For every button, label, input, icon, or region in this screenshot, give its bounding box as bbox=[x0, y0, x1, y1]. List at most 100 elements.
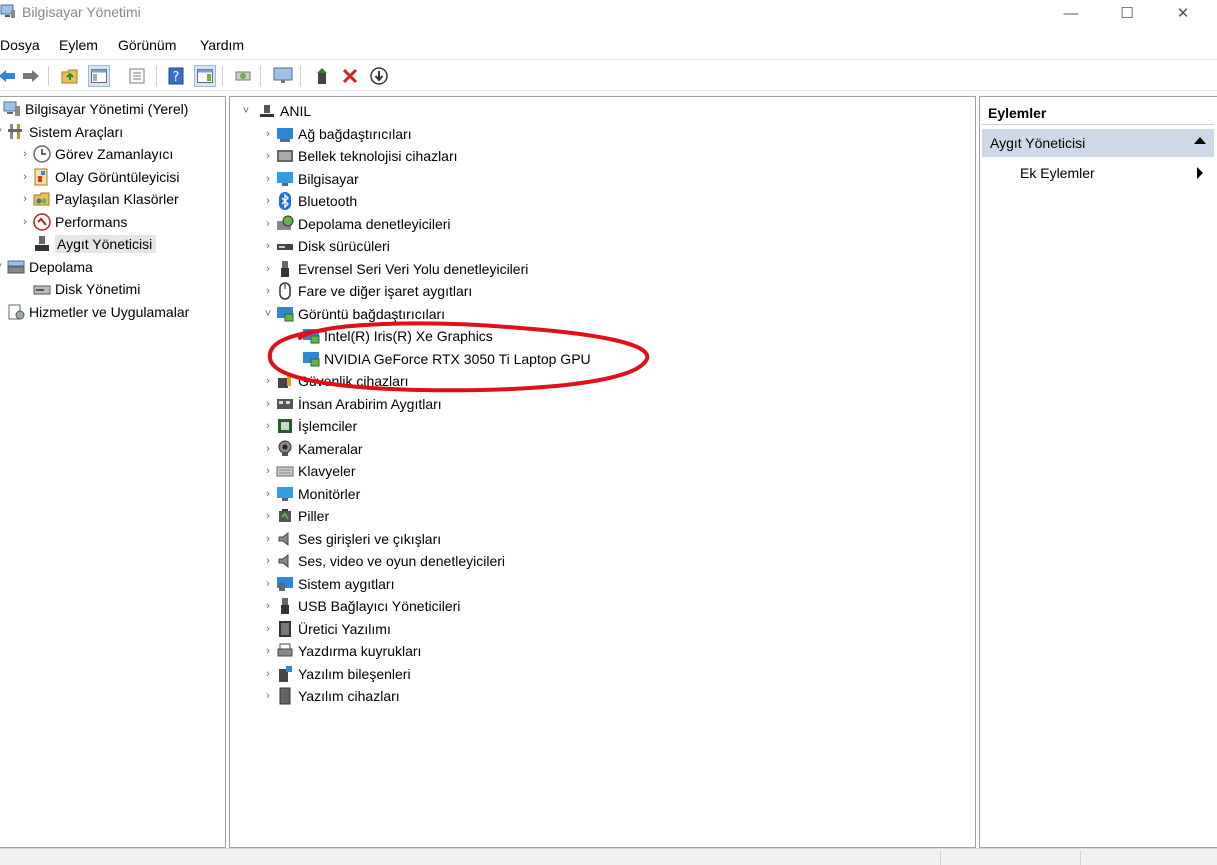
device-category[interactable]: › Ses girişleri ve çıkışları bbox=[262, 528, 441, 550]
chevron-right-icon[interactable]: › bbox=[262, 375, 274, 387]
device-category[interactable]: › Güvenlik cihazları bbox=[262, 370, 408, 392]
device-category[interactable]: › Ağ bağdaştırıcıları bbox=[262, 123, 412, 145]
console-tree-item[interactable]: Aygıt Yöneticisi bbox=[19, 233, 157, 255]
device-category[interactable]: › USB Bağlayıcı Yöneticileri bbox=[262, 595, 460, 617]
close-button[interactable]: ✕ bbox=[1160, 0, 1206, 26]
chevron-right-icon[interactable]: › bbox=[262, 173, 274, 185]
event-viewer-icon bbox=[33, 168, 51, 186]
disk-icon bbox=[33, 280, 51, 298]
chevron-right-icon[interactable]: › bbox=[262, 240, 274, 252]
device-category[interactable]: › Evrensel Seri Veri Yolu denetleyicileri bbox=[262, 258, 528, 280]
chevron-right-icon[interactable]: › bbox=[19, 171, 31, 183]
device-category[interactable]: › Üretici Yazılımı bbox=[262, 618, 391, 640]
device-category[interactable]: › İşlemciler bbox=[262, 415, 357, 437]
console-tree-item[interactable]: › Hizmetler ve Uygulamalar bbox=[0, 301, 189, 323]
chevron-right-icon[interactable]: › bbox=[262, 645, 274, 657]
update-driver-icon[interactable] bbox=[311, 65, 333, 87]
device-tree-root[interactable]: ˅ ANIL bbox=[240, 100, 311, 122]
device-category[interactable]: › İnsan Arabirim Aygıtları bbox=[262, 393, 442, 415]
chevron-right-icon[interactable]: › bbox=[262, 488, 274, 500]
device-item[interactable]: NVIDIA GeForce RTX 3050 Ti Laptop GPU bbox=[300, 348, 591, 370]
chevron-right-icon[interactable]: › bbox=[262, 533, 274, 545]
chevron-right-icon[interactable]: › bbox=[262, 128, 274, 140]
chevron-right-icon[interactable]: › bbox=[262, 218, 274, 230]
device-category-label: Fare ve diğer işaret aygıtları bbox=[298, 283, 473, 299]
device-category[interactable]: › Ses, video ve oyun denetleyicileri bbox=[262, 550, 505, 572]
actions-section-device-manager[interactable]: Aygıt Yöneticisi bbox=[982, 129, 1214, 157]
console-tree-item[interactable]: ˅ Sistem Araçları bbox=[0, 121, 123, 143]
console-tree-item[interactable]: › Paylaşılan Klasörler bbox=[19, 188, 179, 210]
chevron-down-icon[interactable]: ˅ bbox=[262, 308, 274, 320]
mouse-icon bbox=[276, 282, 294, 300]
maximize-button[interactable]: ☐ bbox=[1104, 0, 1150, 26]
device-category[interactable]: › Piller bbox=[262, 505, 329, 527]
chevron-right-icon[interactable]: › bbox=[262, 443, 274, 455]
menu-eylem[interactable]: Eylem bbox=[59, 37, 98, 53]
disable-device-icon[interactable] bbox=[368, 65, 390, 87]
device-item[interactable]: Intel(R) Iris(R) Xe Graphics bbox=[300, 325, 493, 347]
minimize-button[interactable]: — bbox=[1048, 0, 1094, 26]
chevron-down-icon[interactable]: ˅ bbox=[0, 126, 5, 138]
gpu-icon bbox=[302, 327, 320, 345]
print-queue-icon bbox=[276, 642, 294, 660]
more-actions-item[interactable]: Ek Eylemler bbox=[1020, 165, 1095, 181]
chevron-right-icon[interactable]: › bbox=[19, 148, 31, 160]
chevron-right-icon[interactable]: › bbox=[262, 555, 274, 567]
console-tree-item[interactable]: Bilgisayar Yönetimi (Yerel) bbox=[0, 98, 188, 120]
device-category-label: Klavyeler bbox=[298, 463, 356, 479]
menu-gorunum[interactable]: Görünüm bbox=[118, 37, 176, 53]
chevron-right-icon[interactable]: › bbox=[262, 668, 274, 680]
device-category[interactable]: › Kameralar bbox=[262, 438, 363, 460]
show-hide-tree-icon[interactable] bbox=[88, 65, 110, 87]
device-category-label: Evrensel Seri Veri Yolu denetleyicileri bbox=[298, 260, 529, 277]
show-action-pane-icon[interactable] bbox=[194, 65, 216, 87]
chevron-down-icon[interactable]: ˅ bbox=[0, 261, 5, 273]
device-category[interactable]: › Fare ve diğer işaret aygıtları bbox=[262, 280, 472, 302]
chevron-down-icon[interactable]: ˅ bbox=[240, 105, 252, 117]
device-category[interactable]: › Yazdırma kuyrukları bbox=[262, 640, 421, 662]
console-tree-item[interactable]: › Görev Zamanlayıcı bbox=[19, 143, 173, 165]
chevron-right-icon[interactable]: › bbox=[262, 600, 274, 612]
menu-yardim[interactable]: Yardım bbox=[200, 37, 244, 53]
uninstall-icon[interactable] bbox=[339, 65, 361, 87]
chevron-right-icon[interactable]: › bbox=[262, 510, 274, 522]
chevron-right-icon[interactable]: › bbox=[19, 193, 31, 205]
chevron-right-icon[interactable]: › bbox=[262, 398, 274, 410]
forward-arrow-icon[interactable] bbox=[20, 65, 42, 87]
chevron-right-icon[interactable]: › bbox=[0, 306, 5, 318]
device-category[interactable]: › Sistem aygıtları bbox=[262, 573, 394, 595]
chevron-right-icon[interactable]: › bbox=[262, 623, 274, 635]
device-category[interactable]: › Klavyeler bbox=[262, 460, 356, 482]
help-icon[interactable]: ? bbox=[165, 65, 187, 87]
device-category[interactable]: › Bluetooth bbox=[262, 190, 357, 212]
sound-controller-icon bbox=[276, 552, 294, 570]
chevron-right-icon[interactable]: › bbox=[262, 263, 274, 275]
chevron-right-icon[interactable]: › bbox=[262, 195, 274, 207]
chevron-right-icon[interactable]: › bbox=[262, 465, 274, 477]
device-category[interactable]: › Monitörler bbox=[262, 483, 360, 505]
collapse-up-icon[interactable] bbox=[1194, 137, 1206, 144]
device-category[interactable]: › Depolama denetleyicileri bbox=[262, 213, 451, 235]
console-tree-item[interactable]: Disk Yönetimi bbox=[19, 278, 140, 300]
menu-dosya[interactable]: Dosya bbox=[0, 37, 40, 53]
device-category[interactable]: › Bilgisayar bbox=[262, 168, 359, 190]
device-category[interactable]: ˅ Görüntü bağdaştırıcıları bbox=[262, 303, 445, 325]
up-folder-icon[interactable] bbox=[59, 65, 81, 87]
chevron-right-icon[interactable]: › bbox=[262, 420, 274, 432]
chevron-right-icon[interactable]: › bbox=[262, 150, 274, 162]
chevron-right-icon[interactable]: › bbox=[262, 690, 274, 702]
monitor-icon[interactable] bbox=[272, 65, 294, 87]
back-arrow-icon[interactable] bbox=[0, 65, 18, 87]
device-category[interactable]: › Yazılım bileşenleri bbox=[262, 663, 411, 685]
console-tree-item[interactable]: › Olay Görüntüleyicisi bbox=[19, 166, 180, 188]
device-category[interactable]: › Bellek teknolojisi cihazları bbox=[262, 145, 457, 167]
chevron-right-icon[interactable]: › bbox=[262, 578, 274, 590]
chevron-right-icon[interactable]: › bbox=[19, 216, 31, 228]
console-tree-item[interactable]: ˅ Depolama bbox=[0, 256, 93, 278]
properties-icon[interactable] bbox=[126, 65, 148, 87]
device-category[interactable]: › Yazılım cihazları bbox=[262, 685, 400, 707]
scan-hardware-icon[interactable] bbox=[232, 65, 254, 87]
console-tree-item[interactable]: › Performans bbox=[19, 211, 127, 233]
chevron-right-icon[interactable]: › bbox=[262, 285, 274, 297]
device-category[interactable]: › Disk sürücüleri bbox=[262, 235, 390, 257]
